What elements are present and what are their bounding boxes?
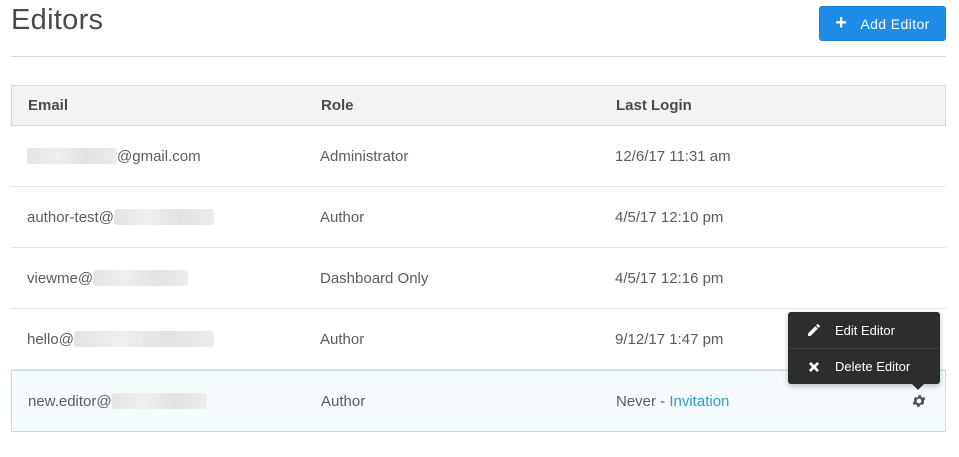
last-login-cell: Never - Invitation	[616, 393, 945, 410]
last-login-cell: 4/5/17 12:16 pm	[615, 269, 724, 287]
role-cell: Author	[320, 208, 365, 226]
email-cell: viewme@	[11, 270, 320, 287]
role-cell: Author	[320, 330, 365, 348]
table-row[interactable]: author-test@ Author 4/5/17 12:10 pm	[11, 187, 946, 248]
table-row[interactable]: @gmail.com Administrator 12/6/17 11:31 a…	[11, 126, 946, 187]
email-prefix: new.editor@	[28, 392, 112, 410]
last-login-cell: 12/6/17 11:31 am	[615, 147, 731, 165]
redacted-text	[73, 331, 214, 347]
delete-editor-menu-item[interactable]: Delete Editor	[788, 348, 940, 384]
plus-icon: +	[835, 11, 848, 34]
email-cell: new.editor@	[12, 393, 321, 410]
role-cell: Administrator	[320, 147, 409, 165]
delete-editor-label: Delete Editor	[835, 359, 911, 374]
email-cell: author-test@	[11, 209, 320, 226]
page-header: Editors + Add Editor	[11, 0, 946, 57]
add-editor-label: Add Editor	[860, 15, 930, 32]
gear-icon[interactable]	[911, 393, 927, 409]
row-actions-menu: Edit Editor Delete Editor	[788, 312, 940, 390]
role-cell: Author	[321, 392, 366, 410]
edit-editor-menu-item[interactable]: Edit Editor	[788, 312, 940, 348]
column-header-email[interactable]: Email	[12, 97, 321, 114]
table-row[interactable]: viewme@ Dashboard Only 4/5/17 12:16 pm	[11, 248, 946, 309]
redacted-text	[111, 393, 207, 409]
email-cell: hello@	[11, 331, 320, 348]
pencil-icon	[808, 324, 820, 336]
last-login-cell: 4/5/17 12:10 pm	[615, 208, 724, 226]
editors-page: Editors + Add Editor Email Role Last Log…	[0, 0, 959, 457]
column-header-last-login[interactable]: Last Login	[616, 97, 945, 114]
last-login-text: Never -	[616, 392, 670, 410]
email-prefix: hello@	[27, 330, 74, 348]
add-editor-button[interactable]: + Add Editor	[819, 6, 946, 41]
close-icon	[809, 361, 819, 372]
page-title: Editors	[11, 4, 104, 36]
email-prefix: viewme@	[27, 269, 94, 287]
invitation-link[interactable]: Invitation	[669, 393, 729, 410]
edit-editor-label: Edit Editor	[835, 322, 895, 338]
redacted-text	[27, 148, 117, 164]
column-header-role[interactable]: Role	[321, 97, 616, 114]
email-suffix: @gmail.com	[117, 147, 201, 165]
email-cell: @gmail.com	[11, 148, 320, 165]
redacted-text	[113, 209, 214, 225]
email-prefix: author-test@	[27, 208, 114, 226]
role-cell: Dashboard Only	[320, 269, 429, 287]
redacted-text	[93, 270, 189, 286]
table-header: Email Role Last Login	[11, 85, 946, 126]
